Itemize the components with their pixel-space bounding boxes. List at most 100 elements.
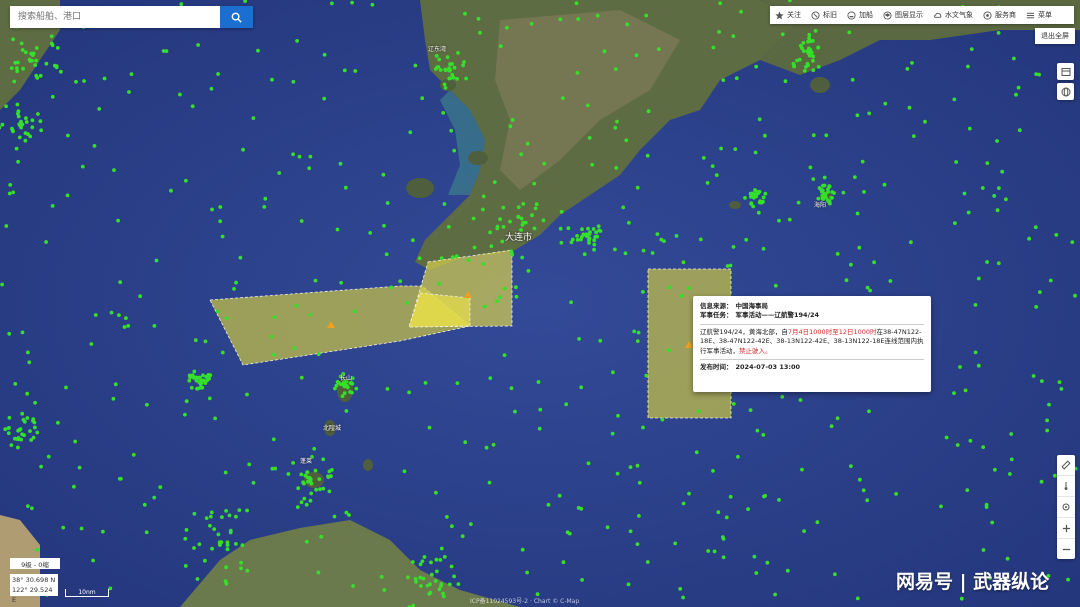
ship-marker — [590, 162, 595, 167]
ship-marker — [773, 592, 777, 597]
ship-marker — [558, 226, 563, 231]
ship-marker — [312, 446, 317, 451]
ship-marker — [481, 262, 485, 266]
tool-layers[interactable]: 图层显示 — [878, 6, 928, 24]
ship-marker — [73, 439, 78, 444]
ship-marker — [844, 278, 849, 283]
tool-label: 关注 — [787, 11, 801, 19]
ship-marker — [981, 445, 986, 449]
ship-marker — [585, 103, 590, 108]
ship-marker — [673, 541, 678, 546]
ship-marker — [605, 525, 610, 530]
ship-marker — [11, 37, 16, 42]
ship-marker — [210, 546, 215, 551]
tool-service[interactable]: 服务商 — [978, 6, 1021, 24]
ship-marker — [351, 584, 355, 588]
measure-button[interactable] — [1057, 476, 1075, 497]
ship-marker — [238, 255, 243, 260]
ship-marker — [687, 491, 691, 496]
ship-marker — [907, 105, 912, 110]
ship-marker — [213, 416, 218, 421]
ship-marker — [321, 457, 326, 462]
ship-marker — [542, 161, 547, 166]
ship-marker — [452, 574, 456, 579]
ship-marker — [4, 104, 8, 109]
ship-marker — [655, 232, 660, 237]
ship-marker — [256, 48, 260, 53]
ship-marker — [203, 339, 208, 344]
ship-marker — [245, 508, 250, 513]
ship-marker — [305, 470, 309, 475]
tool-menu[interactable]: 菜单 — [1021, 6, 1057, 24]
ship-marker — [800, 46, 804, 51]
ship-marker — [822, 183, 827, 188]
warning-info-popup: 信息来源： 中国海事局 军事任务： 军事活动——辽航警194/24 辽航警194/2… — [693, 296, 931, 392]
ship-marker — [820, 194, 825, 198]
ship-marker — [746, 507, 750, 511]
ship-marker — [959, 596, 964, 601]
ship-marker — [580, 227, 584, 232]
ship-marker — [455, 381, 460, 385]
ship-marker — [291, 152, 295, 157]
ship-marker — [491, 442, 496, 447]
ship-marker — [610, 431, 615, 436]
ship-marker — [183, 536, 188, 541]
tool-follow[interactable]: 关注 — [770, 6, 806, 24]
tool-add-ship[interactable]: 加船 — [842, 6, 878, 24]
ship-marker — [184, 528, 189, 532]
ship-marker — [701, 156, 706, 160]
ship-marker — [487, 480, 492, 485]
ship-marker — [575, 71, 580, 75]
search-button[interactable] — [220, 6, 253, 28]
search-input[interactable] — [10, 6, 220, 28]
ship-marker — [144, 530, 149, 535]
ship-marker — [597, 228, 602, 233]
ship-marker — [984, 505, 989, 509]
ship-marker — [225, 547, 230, 552]
ship-marker — [33, 425, 37, 430]
ship-marker — [410, 560, 415, 564]
search-box — [10, 6, 253, 28]
tool-tag[interactable]: 标旧 — [806, 6, 842, 24]
ship-marker — [82, 79, 86, 83]
ship-marker — [184, 178, 188, 183]
ship-marker — [326, 475, 331, 479]
ship-marker — [59, 69, 63, 74]
ship-marker — [332, 514, 337, 519]
ship-marker — [958, 365, 962, 369]
map-type-button[interactable] — [1057, 63, 1074, 80]
exit-fullscreen-button[interactable]: 退出全屏 — [1035, 28, 1075, 44]
zoom-out-button[interactable] — [1057, 539, 1075, 559]
ship-marker — [34, 46, 39, 50]
ship-marker — [753, 150, 758, 155]
tool-label: 水文气象 — [945, 11, 973, 19]
ship-marker — [1039, 479, 1044, 484]
ship-marker — [30, 125, 35, 130]
ship-marker — [131, 452, 136, 457]
tool-weather[interactable]: 水文气象 — [928, 6, 978, 24]
cursor-coordinates: 38° 30.698 N 122° 29.524 E — [10, 574, 58, 604]
locate-button[interactable] — [1057, 497, 1075, 518]
ship-marker — [698, 237, 703, 242]
ship-marker — [615, 471, 620, 476]
ship-marker — [969, 47, 974, 51]
ship-marker — [309, 481, 314, 486]
ship-marker — [721, 555, 726, 560]
ship-marker — [322, 52, 327, 57]
zoom-in-button[interactable] — [1057, 518, 1075, 539]
ship-marker — [488, 376, 493, 380]
ship-marker — [33, 63, 38, 67]
ship-marker — [641, 248, 646, 253]
ship-marker — [271, 437, 276, 442]
tag-icon — [811, 10, 820, 20]
ship-marker — [1045, 428, 1050, 433]
ship-marker — [952, 391, 956, 395]
ruler-button[interactable] — [1057, 455, 1075, 476]
map-label-dalian: 大连市 — [505, 233, 533, 243]
ship-marker — [674, 234, 679, 238]
satellite-button[interactable] — [1057, 83, 1074, 100]
ship-marker — [952, 97, 957, 102]
ship-marker — [116, 218, 120, 223]
ship-marker — [44, 240, 48, 244]
ship-marker — [867, 111, 872, 116]
